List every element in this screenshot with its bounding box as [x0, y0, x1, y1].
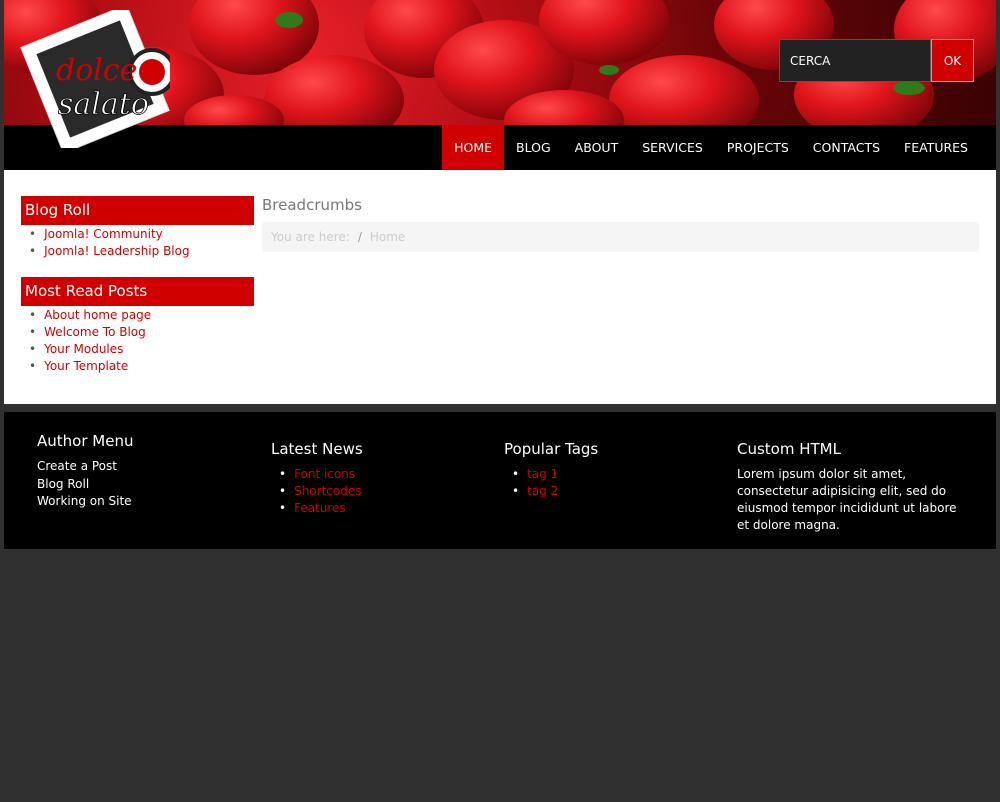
nav-item-home[interactable]: HOME [442, 125, 505, 170]
tag-link[interactable]: tag 1 [512, 466, 734, 483]
nav-item-services[interactable]: SERVICES [630, 125, 715, 170]
main-content-area: Blog Roll Joomla! Community Joomla! Lead… [4, 170, 996, 404]
svg-text:dolce: dolce [56, 53, 137, 88]
breadcrumb-separator: / [357, 230, 362, 244]
dolce-salato-logo[interactable]: dolce salato [20, 10, 170, 148]
latest-news-module: Latest News Font icons Shortcodes Featur… [271, 432, 501, 517]
breadcrumb: You are here: / Home [262, 222, 979, 252]
search-input[interactable] [779, 39, 931, 82]
author-menu-module: Author Menu Create a Post Blog Roll Work… [37, 432, 267, 511]
nav-item-blog[interactable]: BLOG [504, 125, 563, 170]
footer-heading: Custom HTML [737, 440, 841, 458]
module-title: Most Read Posts [21, 277, 254, 306]
popular-tags-module: Popular Tags tag 1 tag 2 [504, 432, 734, 500]
main-menu: HOME BLOG ABOUT SERVICES PROJECTS CONTAC… [442, 125, 980, 170]
blog-roll-module: Blog Roll Joomla! Community Joomla! Lead… [21, 196, 254, 260]
most-read-module: Most Read Posts About home page Welcome … [21, 277, 254, 375]
module-title: Blog Roll [21, 196, 254, 225]
footer-heading: Author Menu [37, 432, 134, 450]
sidebar: Blog Roll Joomla! Community Joomla! Lead… [21, 196, 254, 375]
footer: Author Menu Create a Post Blog Roll Work… [4, 412, 996, 549]
blog-roll-link[interactable]: Joomla! Community [29, 226, 254, 243]
search-submit-button[interactable]: OK [931, 39, 974, 82]
blog-roll-link[interactable]: Joomla! Leadership Blog [29, 243, 254, 260]
latest-news-link[interactable]: Shortcodes [279, 483, 501, 500]
footer-heading: Popular Tags [504, 440, 599, 458]
svg-text:salato: salato [58, 87, 149, 122]
nav-item-about[interactable]: ABOUT [563, 125, 631, 170]
latest-news-link[interactable]: Features [279, 500, 501, 517]
footer-heading: Latest News [271, 440, 363, 458]
author-menu-link[interactable]: Blog Roll [37, 476, 267, 494]
most-read-link[interactable]: About home page [29, 307, 254, 324]
most-read-link[interactable]: Your Modules [29, 341, 254, 358]
breadcrumb-current: Home [369, 230, 406, 244]
nav-item-features[interactable]: FEATURES [892, 125, 980, 170]
breadcrumbs-module: Breadcrumbs You are here: / Home [262, 196, 979, 252]
author-menu-link[interactable]: Create a Post [37, 458, 267, 476]
custom-html-text: Lorem ipsum dolor sit amet, consectetur … [737, 467, 957, 532]
latest-news-link[interactable]: Font icons [279, 466, 501, 483]
search-form: OK [779, 39, 974, 82]
author-menu-link[interactable]: Working on Site [37, 493, 267, 511]
breadcrumbs-title: Breadcrumbs [262, 196, 362, 214]
custom-html-module: Custom HTML Lorem ipsum dolor sit amet, … [737, 432, 967, 534]
tag-link[interactable]: tag 2 [512, 483, 734, 500]
breadcrumb-prefix: You are here: [271, 230, 350, 244]
most-read-link[interactable]: Your Template [29, 358, 254, 375]
most-read-link[interactable]: Welcome To Blog [29, 324, 254, 341]
nav-item-projects[interactable]: PROJECTS [715, 125, 801, 170]
nav-item-contacts[interactable]: CONTACTS [801, 125, 892, 170]
